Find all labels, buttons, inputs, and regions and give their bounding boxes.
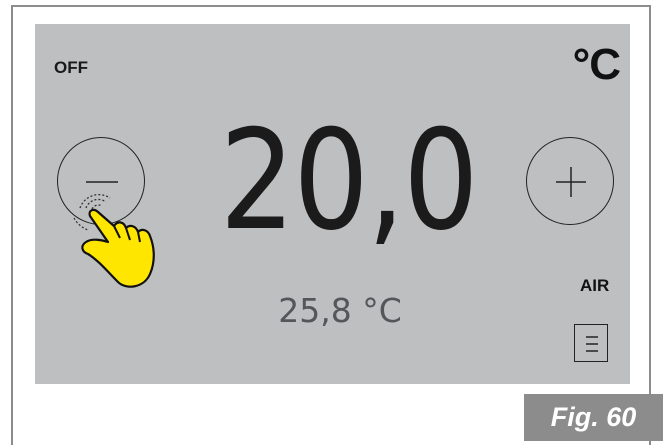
unit-label[interactable]: °C bbox=[573, 40, 621, 90]
menu-button[interactable] bbox=[574, 324, 608, 362]
tapping-hand-icon bbox=[73, 193, 155, 288]
menu-icon bbox=[586, 336, 598, 352]
fan-mode-label[interactable]: AIR bbox=[580, 276, 609, 296]
setpoint-temperature: 20,0 bbox=[219, 100, 479, 261]
plus-icon bbox=[556, 167, 586, 197]
current-temperature: 25,8 °C bbox=[278, 291, 402, 330]
mode-status-label[interactable]: OFF bbox=[54, 58, 88, 78]
figure-caption: Fig. 60 bbox=[524, 394, 663, 441]
increase-temperature-button[interactable] bbox=[526, 137, 614, 225]
